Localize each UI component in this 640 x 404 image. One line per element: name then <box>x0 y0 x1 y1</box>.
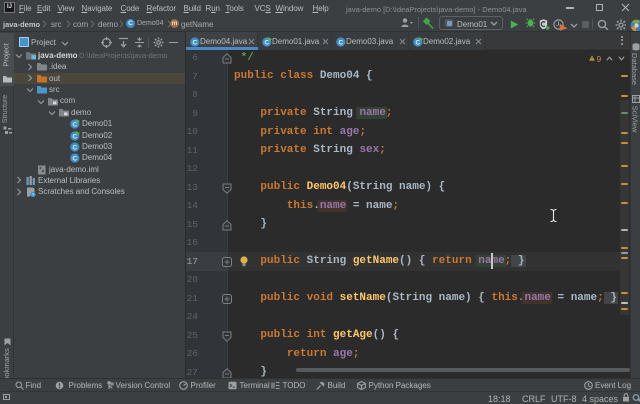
svg-text:C: C <box>72 156 77 163</box>
svg-text:C: C <box>338 39 343 46</box>
svg-text:C: C <box>192 39 197 46</box>
svg-text:C: C <box>72 144 77 151</box>
